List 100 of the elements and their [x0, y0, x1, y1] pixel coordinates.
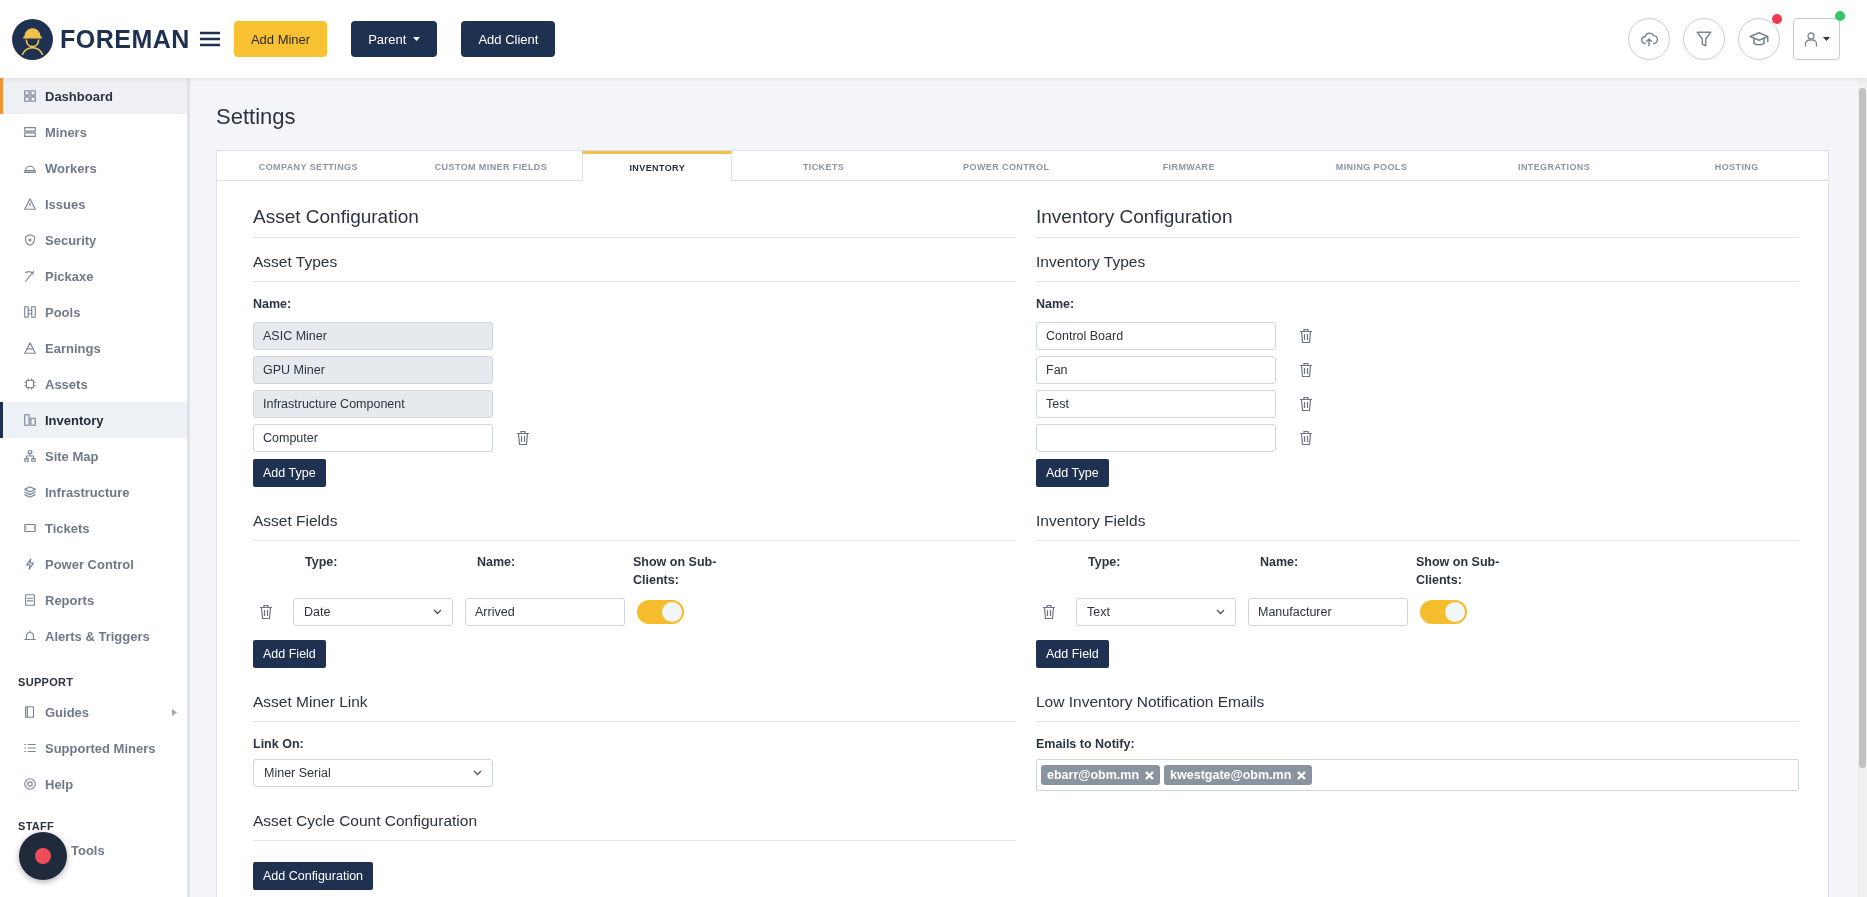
add-field-button[interactable]: Add Field: [1036, 640, 1109, 668]
toolbar-button[interactable]: [1683, 18, 1725, 60]
sidebar-item[interactable]: Security: [0, 222, 187, 258]
sidebar-item[interactable]: Miners: [0, 114, 187, 150]
record-button[interactable]: [19, 832, 67, 880]
column-header: Type:: [1088, 554, 1122, 571]
add-field-button[interactable]: Add Field: [253, 640, 326, 668]
trash-icon[interactable]: [516, 430, 530, 446]
field-name-input[interactable]: Manufacturer: [1248, 598, 1408, 626]
caret-icon: [1823, 37, 1830, 41]
trash-icon[interactable]: [1299, 430, 1313, 446]
field-label: Name:: [1036, 296, 1076, 312]
sitemap-icon: [23, 449, 37, 463]
sidebar-item[interactable]: Power Control: [0, 546, 187, 582]
link-select[interactable]: Miner Serial: [253, 759, 493, 787]
add-configuration-button[interactable]: Add Configuration: [253, 862, 374, 890]
section-title: Inventory Fields: [1036, 511, 1799, 541]
sidebar-item[interactable]: Tools: [0, 832, 187, 868]
trash-icon[interactable]: [1299, 396, 1313, 412]
remove-icon[interactable]: [1297, 770, 1307, 780]
lifebuoy-icon: [23, 777, 37, 791]
field-name-input[interactable]: Arrived: [465, 598, 625, 626]
section-title: Low Inventory Notification Emails: [1036, 692, 1799, 722]
warning-icon: [23, 197, 37, 211]
toggle-switch[interactable]: [637, 600, 684, 624]
add-type-button[interactable]: Add Type: [1036, 459, 1109, 487]
chevron-icon: [473, 770, 482, 776]
sidebar-item[interactable]: Alerts & Triggers: [0, 618, 187, 654]
remove-icon[interactable]: [1145, 770, 1155, 780]
section-title: Asset Types: [253, 252, 1016, 282]
pyramid-icon: [23, 341, 37, 355]
menu-icon[interactable]: [199, 31, 220, 47]
email-tag: kwestgate@obm.mn: [1164, 765, 1313, 785]
trash-icon[interactable]: [259, 604, 273, 620]
column-header: Show on Sub-Clients:: [1416, 554, 1501, 589]
sidebar-item[interactable]: Dashboard: [0, 78, 187, 114]
sidebar-item[interactable]: Pickaxe: [0, 258, 187, 294]
sidebar-item[interactable]: Pools: [0, 294, 187, 330]
sidebar-item[interactable]: Site Map: [0, 438, 187, 474]
trash-icon[interactable]: [1042, 604, 1056, 620]
section-heading: STAFF: [17, 819, 56, 832]
pool-icon: [23, 305, 37, 319]
caret-icon: [413, 37, 421, 41]
section-title: Inventory Types: [1036, 252, 1799, 282]
type-name-input[interactable]: [1036, 424, 1276, 452]
bell-icon: [23, 629, 37, 643]
toolbar-button[interactable]: [1738, 18, 1780, 60]
server-icon: [23, 125, 37, 139]
trash-icon[interactable]: [1299, 328, 1313, 344]
sidebar-item[interactable]: Tickets: [0, 510, 187, 546]
header-button[interactable]: Add Client: [461, 21, 556, 57]
type-select[interactable]: Date: [293, 598, 453, 626]
sidebar-item[interactable]: Inventory: [0, 402, 187, 438]
sidebar-item[interactable]: Infrastructure: [0, 474, 187, 510]
add-type-button[interactable]: Add Type: [253, 459, 326, 487]
pickaxe-icon: [23, 269, 37, 283]
section-title: Asset Cycle Count Configuration: [253, 811, 1016, 841]
boxes-icon: [23, 413, 37, 427]
user-menu-button[interactable]: [1793, 18, 1840, 60]
type-select[interactable]: Text: [1076, 598, 1236, 626]
book-icon: [23, 705, 37, 719]
field-label: Name:: [253, 296, 293, 312]
tab[interactable]: INVENTORY: [582, 151, 733, 181]
toggle-switch[interactable]: [1420, 600, 1467, 624]
chip-icon: [23, 377, 37, 391]
toolbar-button[interactable]: [1628, 18, 1670, 60]
chevron-icon: [1216, 609, 1225, 615]
trash-icon[interactable]: [1299, 362, 1313, 378]
type-name-input[interactable]: Fan: [1036, 356, 1276, 384]
sidebar-item[interactable]: Workers: [0, 150, 187, 186]
header-button[interactable]: Add Miner: [233, 21, 328, 57]
list-icon: [23, 741, 37, 755]
section-title: Asset Fields: [253, 511, 1016, 541]
sidebar-item[interactable]: Issues: [0, 186, 187, 222]
section-title: Asset Miner Link: [253, 692, 1016, 722]
type-name-input[interactable]: Control Board: [1036, 322, 1276, 350]
field-label: Emails to Notify:: [1036, 736, 1136, 752]
graduation-cap-icon: [1749, 29, 1769, 49]
report-icon: [23, 593, 37, 607]
section-heading: Asset Configuration: [253, 205, 1016, 238]
column-header: Type:: [305, 554, 339, 571]
column-header: Name:: [1260, 554, 1300, 571]
sidebar-item[interactable]: Supported Miners: [0, 730, 187, 766]
user-icon: [1803, 31, 1819, 47]
sidebar-item[interactable]: Help: [0, 766, 187, 802]
type-name-input[interactable]: Test: [1036, 390, 1276, 418]
column-header: Show on Sub-Clients:: [633, 554, 718, 589]
type-name-input[interactable]: Computer: [253, 424, 493, 452]
sidebar-item[interactable]: Assets: [0, 366, 187, 402]
logo-icon: [12, 18, 53, 60]
ticket-icon: [23, 521, 37, 535]
section-heading: Inventory Configuration: [1036, 205, 1799, 238]
email-field[interactable]: ebarr@obm.mn kwestgate@obm.mn: [1036, 759, 1799, 791]
sidebar-item[interactable]: Guides: [0, 694, 187, 730]
dropdown-button[interactable]: Parent: [351, 21, 438, 57]
sidebar-item[interactable]: Earnings: [0, 330, 187, 366]
logo-text: FOREMAN: [60, 24, 190, 54]
section-heading: SUPPORT: [17, 675, 75, 690]
sidebar-item[interactable]: Reports: [0, 582, 187, 618]
scrollbar[interactable]: [1858, 78, 1867, 897]
